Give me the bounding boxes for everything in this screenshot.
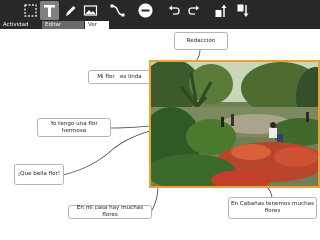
node-mi-flor[interactable]: Mi flor es linda — [88, 70, 151, 84]
node-cabanas[interactable]: En Cabañas tenemos muchas flores — [228, 197, 317, 219]
node-que-bella[interactable]: ¡Que bella flor! — [14, 164, 64, 185]
link-mi-casa — [150, 185, 159, 213]
node-tengo-flor[interactable]: Yo tengo una flor hermosa — [37, 118, 111, 137]
node-redaccion[interactable]: Redacción — [174, 32, 228, 50]
link-tengo-flor — [110, 125, 151, 129]
node-mi-casa[interactable]: En mi casa hay muchas flores — [68, 205, 152, 219]
link-que-bella — [62, 130, 151, 176]
photo-node-selected[interactable] — [149, 60, 320, 188]
garden-photo — [151, 62, 318, 186]
